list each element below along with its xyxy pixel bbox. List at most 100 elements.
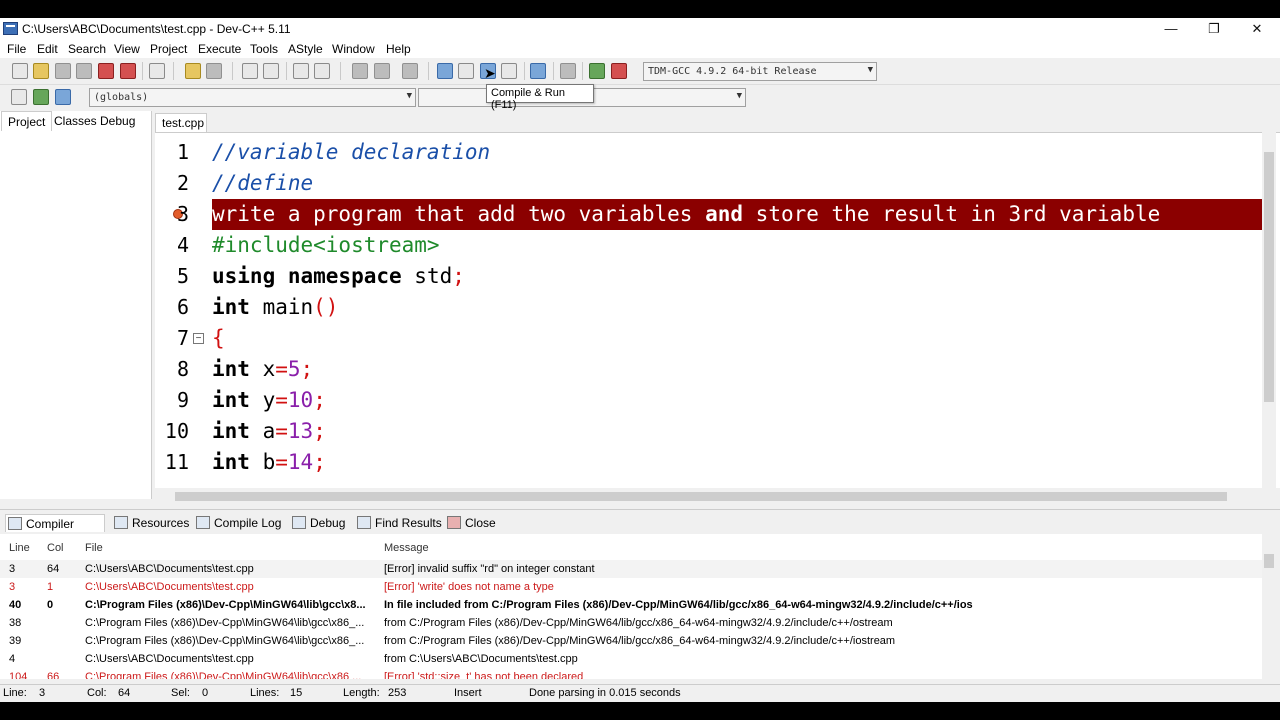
insert-icon[interactable] [11, 89, 27, 105]
compiler-messages-table[interactable]: Line Col File Message 3 64 C:\Users\ABC\Do… [0, 534, 1262, 679]
redo-icon[interactable] [206, 63, 222, 79]
col-header-line[interactable]: Line [9, 542, 30, 554]
line-number: 3 [176, 202, 189, 226]
menu-edit[interactable]: Edit [37, 42, 58, 56]
chevron-down-icon: ▼ [867, 65, 873, 75]
code-token: ; [452, 264, 465, 288]
message-row[interactable]: 39 C:\Program Files (x86)\Dev-Cpp\MinGW64… [0, 632, 1262, 650]
code-line: { [212, 323, 225, 354]
message-row[interactable]: 3 1 C:\Users\ABC\Documents\test.cpp [Error]… [0, 578, 1262, 596]
separator [553, 62, 554, 80]
undo-icon[interactable] [185, 63, 201, 79]
tab-compiler[interactable]: Compiler (219) [5, 514, 105, 549]
message-file: C:\Users\ABC\Documents\test.cpp [85, 653, 254, 665]
scope-select[interactable]: (globals) ▼ [89, 88, 416, 107]
menu-file[interactable]: File [7, 42, 26, 56]
menu-project[interactable]: Project [150, 42, 187, 56]
replace-icon[interactable] [263, 63, 279, 79]
message-col: 64 [47, 563, 60, 575]
rebuild-all-icon[interactable] [501, 63, 517, 79]
menu-search[interactable]: Search [68, 42, 106, 56]
new-file-icon[interactable] [12, 63, 28, 79]
goto-line-icon[interactable] [402, 63, 418, 79]
status-sel: 0 [202, 687, 209, 699]
open-file-icon[interactable] [33, 63, 49, 79]
code-line: int x=5; [212, 354, 313, 385]
goto-icon[interactable] [33, 89, 49, 105]
print-icon[interactable] [149, 63, 165, 79]
tab-debug-output[interactable]: Debug [290, 514, 345, 532]
menu-view[interactable]: View [114, 42, 140, 56]
message-row[interactable]: 38 C:\Program Files (x86)\Dev-Cpp\MinGW64… [0, 614, 1262, 632]
tab-debug[interactable]: Debug [94, 111, 141, 131]
line-number: 7 [176, 326, 189, 350]
message-row[interactable]: 40 0 C:\Program Files (x86)\Dev-Cpp\MinGW6… [0, 596, 1262, 614]
title-bar: C:\Users\ABC\Documents\test.cpp - Dev-C+… [0, 18, 1280, 40]
tooltip: Compile & Run (F11) [486, 84, 594, 111]
scrollbar-thumb[interactable] [1264, 554, 1274, 568]
unindent-icon[interactable] [314, 63, 330, 79]
compiler-select[interactable]: TDM-GCC 4.9.2 64-bit Release ▼ [643, 62, 877, 81]
menu-window[interactable]: Window [332, 42, 375, 56]
restore-button[interactable]: ❐ [1192, 18, 1236, 40]
minimize-button[interactable]: — [1149, 18, 1193, 40]
compile-icon[interactable] [437, 63, 453, 79]
menu-help[interactable]: Help [386, 42, 411, 56]
syntax-check-icon[interactable] [530, 63, 546, 79]
message-file: C:\Users\ABC\Documents\test.cpp [85, 581, 254, 593]
code-token: main [249, 295, 314, 319]
debug-icon[interactable] [611, 63, 627, 79]
tab-close[interactable]: Close [445, 514, 496, 532]
go-forward-icon[interactable] [374, 63, 390, 79]
col-header-message[interactable]: Message [384, 542, 429, 554]
line-number: 6 [176, 295, 189, 319]
message-row[interactable]: 104 66 C:\Program Files (x86)\Dev-Cpp\MinG… [0, 668, 1262, 679]
find-icon[interactable] [242, 63, 258, 79]
scrollbar-thumb[interactable] [1264, 152, 1274, 402]
bookmark-icon[interactable] [55, 89, 71, 105]
editor-tab-test-cpp[interactable]: test.cpp [155, 113, 207, 132]
code-token: int [212, 450, 250, 474]
editor-horizontal-scrollbar[interactable] [155, 488, 1262, 504]
messages-scrollbar[interactable] [1262, 534, 1276, 679]
code-line: #include<iostream> [212, 230, 440, 261]
indent-icon[interactable] [293, 63, 309, 79]
save-icon[interactable] [55, 63, 71, 79]
scrollbar-thumb[interactable] [175, 492, 1227, 501]
close-button[interactable]: ✕ [1235, 18, 1279, 40]
message-file: C:\Program Files (x86)\Dev-Cpp\MinGW64\l… [85, 671, 362, 679]
message-line: 39 [9, 635, 22, 647]
stop-execution-icon[interactable] [560, 63, 576, 79]
separator [142, 62, 143, 80]
run-icon[interactable] [458, 63, 474, 79]
code-token: int [212, 295, 250, 319]
message-row[interactable]: 3 64 C:\Users\ABC\Documents\test.cpp [Error… [0, 560, 1262, 578]
editor-vertical-scrollbar[interactable] [1262, 132, 1276, 488]
code-token: std [401, 264, 453, 288]
message-msg: [Error] invalid suffix "rd" on integer c… [384, 563, 595, 575]
tab-compile-log[interactable]: Compile Log [194, 514, 281, 532]
message-line: 4 [9, 653, 16, 665]
code-token: = [275, 450, 288, 474]
menu-tools[interactable]: Tools [250, 42, 278, 56]
profile-chart-icon[interactable] [589, 63, 605, 79]
message-row[interactable]: 4 C:\Users\ABC\Documents\test.cpp from C:… [0, 650, 1262, 668]
menu-astyle[interactable]: AStyle [288, 42, 323, 56]
col-header-file[interactable]: File [85, 542, 103, 554]
tab-find-results[interactable]: Find Results [355, 514, 442, 532]
menu-execute[interactable]: Execute [198, 42, 241, 56]
message-file: C:\Users\ABC\Documents\test.cpp [85, 563, 254, 575]
close-all-icon[interactable] [120, 63, 136, 79]
go-back-icon[interactable] [352, 63, 368, 79]
message-file: C:\Program Files (x86)\Dev-Cpp\MinGW64\l… [85, 599, 366, 611]
separator [286, 62, 287, 80]
col-header-col[interactable]: Col [47, 542, 64, 554]
close-file-icon[interactable] [98, 63, 114, 79]
tab-project[interactable]: Project [1, 111, 53, 131]
line-number: 10 [164, 419, 189, 443]
code-editor[interactable]: 1 2 3 4 5 6 7− 8 9 10 11 //variable declaration //d… [155, 132, 1280, 488]
save-all-icon[interactable] [76, 63, 92, 79]
fold-toggle-icon[interactable]: − [193, 333, 204, 344]
tab-resources[interactable]: Resources [112, 514, 189, 532]
project-panel [0, 111, 152, 499]
